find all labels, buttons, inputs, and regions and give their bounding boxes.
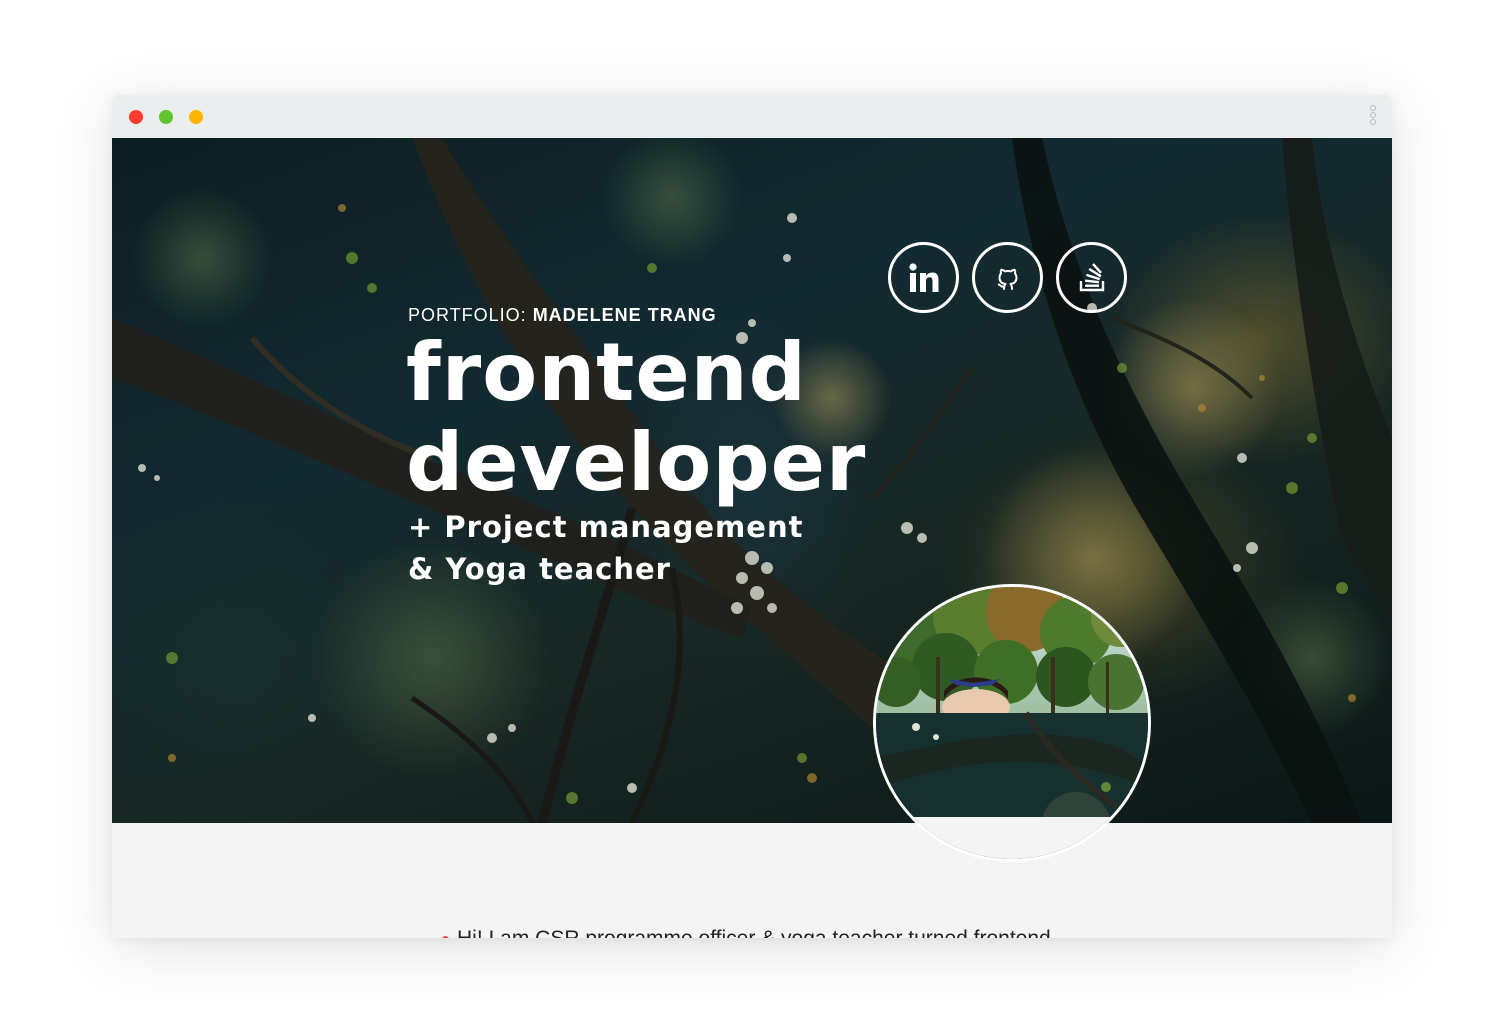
github-button[interactable] [972,242,1043,313]
minimize-window-button[interactable] [159,110,173,124]
portfolio-eyebrow: PORTFOLIO: MADELENE TRANG [408,305,717,326]
profile-photo-image [876,587,1148,859]
stackoverflow-button[interactable] [1056,242,1127,313]
eyebrow-name: MADELENE TRANG [532,305,717,325]
maximize-window-button[interactable] [189,110,203,124]
subline-line-1: + Project management [408,510,804,544]
eyebrow-prefix: PORTFOLIO: [408,305,533,325]
headline-line-2: developer [406,416,867,509]
subline-line-2: & Yoga teacher [408,552,671,586]
github-icon [997,268,1017,290]
intro-text: Hi! I am CSR programme officer & yoga te… [457,927,1051,938]
bullet-dot [442,935,449,938]
kebab-menu-icon[interactable] [1370,105,1378,129]
browser-window: PORTFOLIO: MADELENE TRANG frontend devel… [112,95,1392,938]
linkedin-button[interactable] [888,242,959,313]
linkedin-icon [908,262,938,292]
stackoverflow-icon [1079,262,1104,291]
stage: PORTFOLIO: MADELENE TRANG frontend devel… [0,0,1504,1018]
browser-titlebar [112,95,1392,138]
headline-line-1: frontend [406,326,807,419]
hero-section: PORTFOLIO: MADELENE TRANG frontend devel… [112,138,1392,823]
close-window-button[interactable] [129,110,143,124]
profile-photo [873,584,1151,862]
intro-paragraph: Hi! I am CSR programme officer & yoga te… [442,927,1051,938]
